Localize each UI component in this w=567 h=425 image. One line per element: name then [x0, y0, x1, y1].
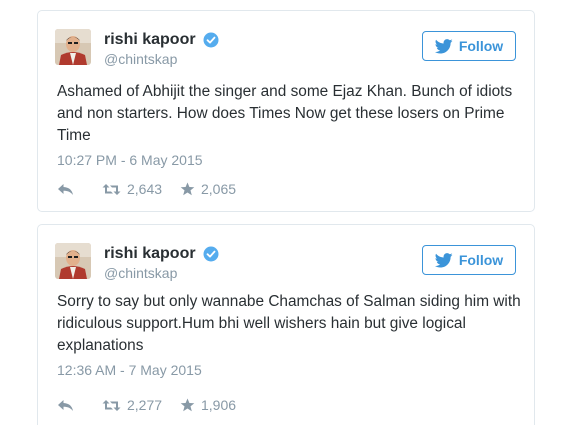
- tweet-card: rishi kapoor @chintskap Follow Ashamed o…: [37, 10, 535, 212]
- user-handle[interactable]: @chintskap: [104, 50, 177, 68]
- avatar[interactable]: [55, 29, 91, 65]
- retweet-count: 2,277: [127, 397, 163, 413]
- retweet-count: 2,643: [127, 181, 163, 197]
- twitter-bird-icon: [434, 38, 453, 54]
- retweet-icon: [102, 399, 121, 411]
- follow-button-label: Follow: [458, 252, 504, 268]
- tweet-timestamp[interactable]: 10:27 PM - 6 May 2015: [57, 152, 203, 168]
- reply-button[interactable]: [57, 399, 102, 412]
- display-name[interactable]: rishi kapoor: [104, 31, 196, 49]
- follow-button[interactable]: Follow: [422, 31, 516, 61]
- tweet-actions: 2,643 2,065: [57, 179, 236, 199]
- retweet-button[interactable]: 2,643: [102, 181, 180, 197]
- tweet-timestamp[interactable]: 12:36 AM - 7 May 2015: [57, 362, 202, 378]
- follow-button[interactable]: Follow: [422, 245, 516, 275]
- favorite-button[interactable]: 2,065: [180, 181, 236, 197]
- tweet-card: rishi kapoor @chintskap Follow Sorry to …: [37, 224, 535, 425]
- twitter-bird-icon: [434, 252, 453, 268]
- favorite-button[interactable]: 1,906: [180, 397, 236, 413]
- tweet-text: Ashamed of Abhijit the singer and some E…: [57, 83, 513, 144]
- reply-icon: [58, 183, 73, 195]
- favorite-star-icon: [180, 182, 195, 196]
- favorite-count: 1,906: [201, 397, 237, 413]
- tweet-actions: 2,277 1,906: [57, 395, 236, 415]
- verified-badge-icon: [203, 32, 219, 48]
- follow-button-label: Follow: [458, 38, 504, 54]
- user-handle[interactable]: @chintskap: [104, 264, 177, 282]
- retweet-button[interactable]: 2,277: [102, 397, 180, 413]
- tweet-feed: rishi kapoor @chintskap Follow Ashamed o…: [0, 0, 567, 425]
- favorite-star-icon: [180, 398, 195, 412]
- verified-badge-icon: [203, 246, 219, 262]
- reply-icon: [58, 399, 73, 411]
- avatar[interactable]: [55, 243, 91, 279]
- display-name[interactable]: rishi kapoor: [104, 245, 196, 263]
- retweet-icon: [102, 183, 121, 195]
- favorite-count: 2,065: [201, 181, 237, 197]
- reply-button[interactable]: [57, 183, 102, 196]
- tweet-text: Sorry to say but only wannabe Chamchas o…: [57, 293, 521, 354]
